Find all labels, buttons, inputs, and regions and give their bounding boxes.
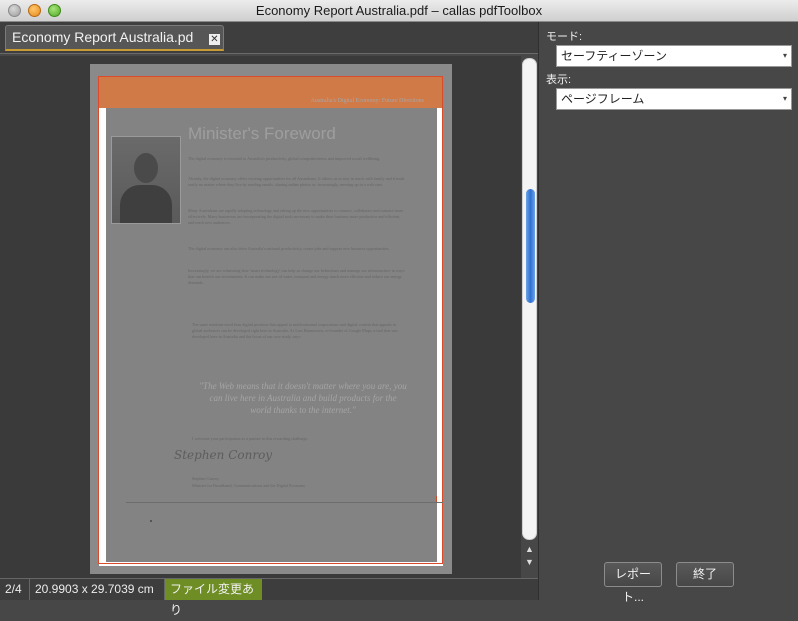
mode-label: モード: <box>546 31 583 43</box>
photo-body <box>120 185 172 223</box>
quit-button[interactable]: 終了 <box>676 562 734 587</box>
signoff-title: Minister for Broadband, Communications a… <box>192 483 306 488</box>
doc-paragraph: Already, the digital economy offers exci… <box>188 176 405 187</box>
pull-quote: "The Web means that it doesn't matter wh… <box>199 381 407 415</box>
closing-line: I welcome your participation as a partne… <box>192 436 309 441</box>
options-panel: モード: セーフティーゾーン ▾ 表示: ページフレーム ▾ レポート... 終… <box>538 22 798 604</box>
doc-paragraph: Many Australians are rapidly adopting te… <box>188 208 404 225</box>
doc-paragraph: The digital economy is essential to Aust… <box>188 156 381 161</box>
display-select[interactable]: ページフレーム ▾ <box>556 88 792 110</box>
display-label: 表示: <box>546 74 572 86</box>
scroll-up-icon[interactable]: ▲ <box>524 543 535 555</box>
display-select-value: ページフレーム <box>561 92 645 106</box>
page-viewer[interactable]: Australia's Digital Economy: Future Dire… <box>0 56 521 578</box>
page-header-text: Australia's Digital Economy: Future Dire… <box>310 98 424 104</box>
doc-paragraph: Increasingly, we are witnessing how 'sma… <box>188 268 405 285</box>
tab-bar: Economy Report Australia.pd ✕ <box>0 22 538 54</box>
vertical-scrollbar[interactable]: ▲ ▼ <box>521 56 538 578</box>
page-size: 20.9903 x 29.7039 cm <box>30 579 165 600</box>
minister-photo <box>111 136 181 224</box>
doc-paragraph: The digital economy can also drive Austr… <box>188 246 390 251</box>
title-bar: Economy Report Australia.pdf – callas pd… <box>0 0 798 22</box>
close-icon[interactable]: ✕ <box>209 34 220 45</box>
window-title: Economy Report Australia.pdf – callas pd… <box>255 3 543 18</box>
file-modified-badge: ファイル変更あり <box>165 579 262 617</box>
scroll-track[interactable] <box>522 58 537 540</box>
mode-select-value: セーフティーゾーン <box>561 49 667 63</box>
photo-head <box>134 153 158 183</box>
chevron-down-icon: ▾ <box>782 51 787 60</box>
pdf-page: Australia's Digital Economy: Future Dire… <box>90 64 452 574</box>
report-button[interactable]: レポート... <box>604 562 662 604</box>
page-indicator: 2/4 <box>0 579 30 600</box>
tab-document[interactable]: Economy Report Australia.pd ✕ <box>5 25 224 51</box>
chevron-down-icon: ▾ <box>782 94 787 103</box>
page-dot <box>150 520 152 522</box>
tab-label: Economy Report Australia.pd <box>12 29 194 45</box>
signoff-name: Stephen Conroy <box>192 476 220 481</box>
mode-select[interactable]: セーフティーゾーン ▾ <box>556 45 792 67</box>
signature: Stephen Conroy <box>174 448 273 462</box>
footer-rule <box>126 502 443 503</box>
status-bar: 2/4 20.9903 x 29.7039 cm ファイル変更あり <box>0 578 538 617</box>
doc-heading: Minister's Foreword <box>188 124 336 143</box>
doc-paragraph: The same medium-sized firm digital produ… <box>192 322 398 339</box>
document-pane: Economy Report Australia.pd ✕ Australia'… <box>0 22 538 617</box>
frame-marker <box>436 496 437 502</box>
scroll-down-icon[interactable]: ▼ <box>524 556 535 568</box>
scroll-thumb[interactable] <box>526 189 535 303</box>
